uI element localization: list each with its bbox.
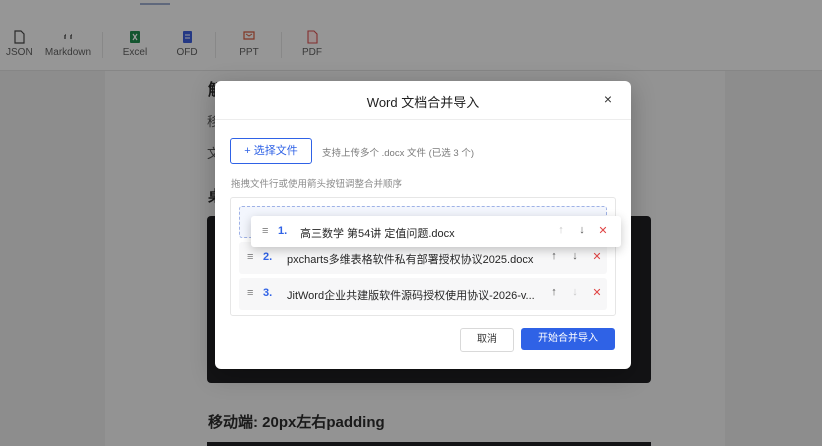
file-name: pxcharts多维表格软件私有部署授权协议2025.docx	[287, 254, 534, 266]
dialog-header: Word 文档合并导入 ×	[215, 81, 631, 120]
drag-handle-icon[interactable]: ≡	[247, 251, 257, 263]
file-name: JitWord企业共建版软件源码授权使用协议-2026-v...	[287, 290, 535, 302]
close-icon[interactable]: ×	[599, 90, 617, 108]
drag-handle-icon[interactable]: ≡	[262, 225, 268, 237]
upload-hint: 支持上传多个 .docx 文件 (已选 3 个)	[322, 148, 475, 159]
file-list: ≡ 2. pxcharts多维表格软件私有部署授权协议2025.docx ↑ ↓…	[230, 197, 616, 316]
cancel-button[interactable]: 取消	[460, 328, 514, 352]
move-down-icon[interactable]: ↓	[569, 286, 581, 298]
move-up-icon[interactable]: ↑	[555, 224, 567, 236]
delete-icon[interactable]: ✕	[597, 224, 609, 237]
move-up-icon[interactable]: ↑	[548, 250, 560, 262]
start-merge-import-button[interactable]: 开始合并导入	[521, 328, 615, 350]
file-index: 2.	[263, 251, 273, 263]
delete-icon[interactable]: ✕	[591, 286, 603, 299]
file-index: 1.	[278, 225, 288, 237]
select-files-button[interactable]: + 选择文件	[230, 138, 312, 164]
file-row[interactable]: ≡ 3. JitWord企业共建版软件源码授权使用协议-2026-v... ↑ …	[239, 278, 607, 310]
delete-icon[interactable]: ✕	[591, 250, 603, 263]
file-name: 高三数学 第54讲 定值问题.docx	[300, 228, 455, 240]
move-down-icon[interactable]: ↓	[576, 224, 588, 236]
move-down-icon[interactable]: ↓	[569, 250, 581, 262]
dialog-title: Word 文档合并导入	[366, 95, 480, 110]
move-up-icon[interactable]: ↑	[548, 286, 560, 298]
sort-hint: 拖拽文件行或使用箭头按钮调整合并顺序	[231, 179, 403, 190]
drag-handle-icon[interactable]: ≡	[247, 287, 257, 299]
dragging-file-row[interactable]: ≡ 1. 高三数学 第54讲 定值问题.docx ↑ ↓ ✕	[251, 216, 621, 247]
file-index: 3.	[263, 287, 273, 299]
